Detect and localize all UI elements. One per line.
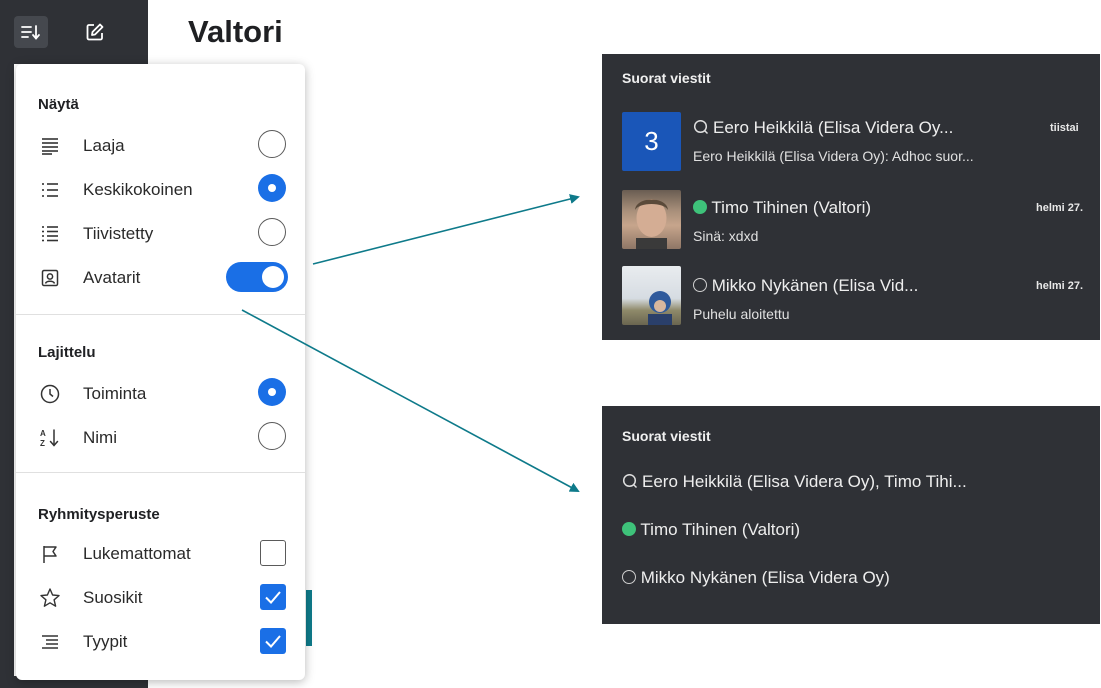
conversation-date: helmi 27. — [1036, 202, 1084, 214]
direct-messages-without-avatars: Suorat viestit Eero Heikkilä (Elisa Vide… — [602, 406, 1100, 624]
conversation-name: Timo Tihinen (Valtori) — [693, 198, 871, 218]
group-chat-icon — [622, 473, 638, 489]
conversation-date: tiistai — [1050, 122, 1079, 134]
arrow-to-avatars-on — [312, 194, 580, 265]
user-avatar-photo — [622, 190, 681, 249]
conversation-item[interactable]: Mikko Nykänen (Elisa Videra Oy) — [602, 562, 1100, 602]
conversation-name: Timo Tihinen (Valtori) — [622, 520, 800, 540]
conversation-item[interactable]: Eero Heikkilä (Elisa Videra Oy), Timo Ti… — [602, 466, 1100, 506]
conversation-name: Mikko Nykänen (Elisa Videra Oy) — [622, 568, 890, 588]
conversation-preview: Puhelu aloitettu — [693, 306, 790, 322]
direct-messages-with-avatars: Suorat viestit 3 Eero Heikkilä (Elisa Vi… — [602, 54, 1100, 340]
conversation-name: Eero Heikkilä (Elisa Videra Oy... — [693, 118, 953, 138]
direct-messages-header: Suorat viestit — [622, 428, 711, 444]
conversation-name: Mikko Nykänen (Elisa Vid... — [693, 276, 918, 296]
conversation-date: helmi 27. — [1036, 280, 1084, 292]
conversation-name: Eero Heikkilä (Elisa Videra Oy), Timo Ti… — [622, 472, 967, 492]
conversation-preview: Sinä: xdxd — [693, 228, 759, 244]
conversation-item[interactable]: 3 Eero Heikkilä (Elisa Videra Oy... tiis… — [602, 110, 1100, 176]
status-online-icon — [622, 522, 636, 536]
arrow-to-avatars-off — [241, 309, 580, 492]
conversation-item[interactable]: Timo Tihinen (Valtori) — [602, 514, 1100, 554]
status-online-icon — [693, 200, 707, 214]
status-offline-icon — [693, 278, 707, 292]
conversation-preview: Eero Heikkilä (Elisa Videra Oy): Adhoc s… — [693, 148, 974, 164]
user-avatar-photo — [622, 266, 681, 325]
direct-messages-header: Suorat viestit — [622, 70, 711, 86]
conversation-item[interactable]: Timo Tihinen (Valtori) helmi 27. Sinä: x… — [602, 188, 1100, 254]
group-avatar: 3 — [622, 112, 681, 171]
status-offline-icon — [622, 570, 636, 584]
group-chat-icon — [693, 119, 709, 135]
conversation-item[interactable]: Mikko Nykänen (Elisa Vid... helmi 27. Pu… — [602, 266, 1100, 332]
